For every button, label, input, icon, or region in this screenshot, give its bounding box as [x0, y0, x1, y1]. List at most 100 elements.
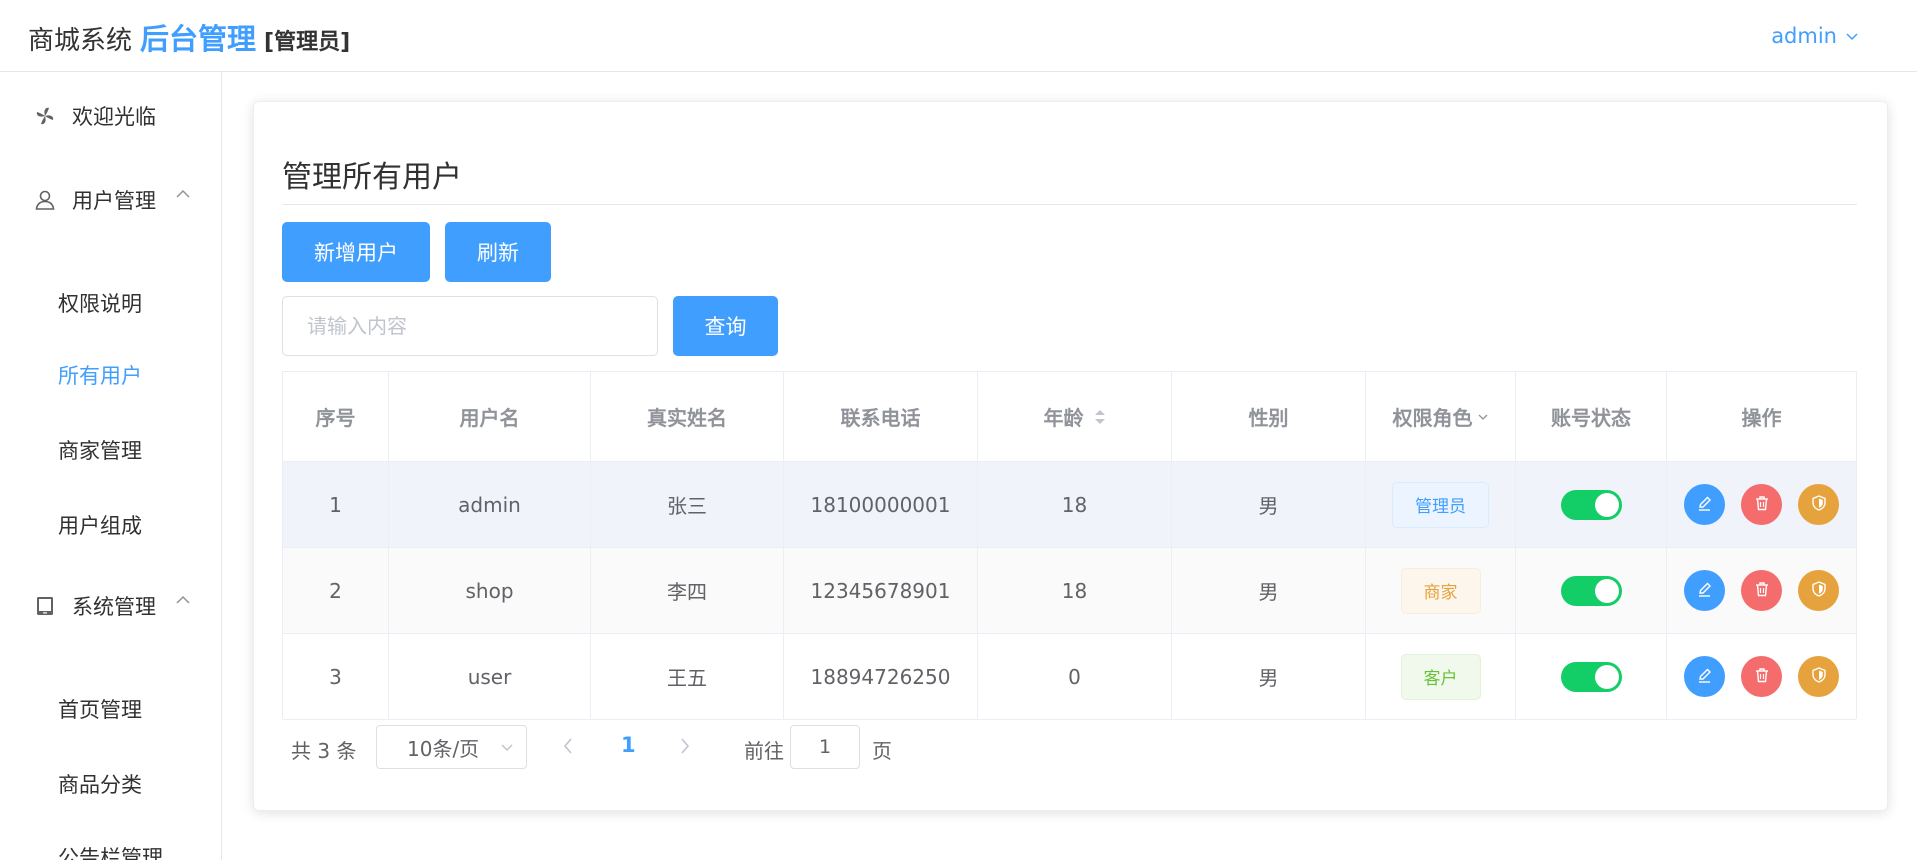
brand-prefix: 商城系统 — [28, 26, 133, 56]
cell-role: 客户 — [1366, 634, 1516, 720]
cell-phone: 18894726250 — [784, 634, 978, 720]
sidebar-item-permissions[interactable]: 权限说明 — [0, 275, 221, 331]
header-real-name: 真实姓名 — [591, 372, 784, 462]
user-name: admin — [1771, 24, 1837, 48]
cell-index: 1 — [283, 462, 389, 548]
sidebar-label-user-composition: 用户组成 — [58, 514, 142, 538]
table-row: 2 shop 李四 12345678901 18 男商家 — [283, 548, 1856, 634]
role-tag: 商家 — [1400, 567, 1481, 614]
permission-button[interactable] — [1798, 484, 1839, 525]
title-divider — [282, 204, 1857, 205]
switch-knob — [1594, 492, 1619, 517]
sidebar-item-all-users[interactable]: 所有用户 — [0, 347, 221, 403]
header-role[interactable]: 权限角色 — [1366, 372, 1516, 462]
page-number-current[interactable]: 1 — [621, 733, 636, 757]
delete-button[interactable] — [1741, 484, 1782, 525]
edit-icon — [1696, 579, 1714, 603]
shield-icon — [1810, 579, 1828, 603]
chevron-down-icon — [501, 744, 513, 752]
sidebar-label-system: 系统管理 — [72, 595, 156, 619]
users-table: 序号 用户名 真实姓名 联系电话 年龄 性别 权限角色 账号状态 操作 1 adm… — [282, 371, 1857, 720]
sidebar-label-home-management: 首页管理 — [58, 698, 142, 722]
page-size-select[interactable]: 10条/页 — [376, 725, 527, 769]
account-status-switch[interactable] — [1560, 661, 1622, 692]
cell-username: admin — [389, 462, 591, 548]
fan-icon — [36, 107, 54, 125]
cell-gender: 男 — [1172, 548, 1366, 634]
page-title: 管理所有用户 — [282, 160, 462, 195]
edit-button[interactable] — [1684, 484, 1725, 525]
trash-icon — [1753, 665, 1771, 689]
cell-username: user — [389, 634, 591, 720]
next-page-icon[interactable] — [679, 737, 691, 755]
cell-gender: 男 — [1172, 634, 1366, 720]
cell-role: 商家 — [1366, 548, 1516, 634]
pagination: 共 3 条 10条/页 1 前往 页 — [254, 722, 1889, 772]
user-icon — [35, 190, 55, 210]
switch-knob — [1594, 578, 1619, 603]
cell-phone: 18100000001 — [784, 462, 978, 548]
cell-actions — [1667, 634, 1856, 720]
top-header: 商城系统 后台管理 [管理员] admin — [0, 0, 1917, 72]
tablet-icon — [37, 597, 53, 615]
cell-index: 2 — [283, 548, 389, 634]
chevron-up-icon — [176, 595, 190, 604]
user-dropdown[interactable]: admin — [1771, 20, 1859, 52]
sidebar-item-user-composition[interactable]: 用户组成 — [0, 497, 221, 553]
sidebar-label-permissions: 权限说明 — [58, 292, 142, 316]
sidebar-label-all-users: 所有用户 — [58, 364, 142, 388]
add-user-button[interactable]: 新增用户 — [282, 222, 430, 282]
sidebar-group-users[interactable]: 用户管理 — [0, 170, 221, 230]
goto-page-input[interactable] — [790, 725, 860, 769]
edit-button[interactable] — [1684, 570, 1725, 611]
cell-age: 18 — [978, 548, 1172, 634]
cell-real-name: 李四 — [591, 548, 784, 634]
edit-button[interactable] — [1684, 656, 1725, 697]
sidebar-label-merchants: 商家管理 — [58, 439, 142, 463]
sidebar-item-home-management[interactable]: 首页管理 — [0, 681, 221, 737]
edit-icon — [1696, 493, 1714, 517]
account-status-switch[interactable] — [1560, 489, 1622, 520]
sort-icon[interactable] — [1094, 408, 1106, 426]
cell-age: 18 — [978, 462, 1172, 548]
delete-button[interactable] — [1741, 656, 1782, 697]
role-tag: 管理员 — [1392, 481, 1489, 528]
brand-main: 后台管理 — [140, 22, 257, 56]
goto-label: 前往 — [744, 739, 784, 763]
filter-chevron-icon[interactable] — [1477, 412, 1489, 422]
cell-status — [1516, 548, 1667, 634]
header-age[interactable]: 年龄 — [978, 372, 1172, 462]
header-index: 序号 — [283, 372, 389, 462]
cell-actions — [1667, 462, 1856, 548]
permission-button[interactable] — [1798, 656, 1839, 697]
page-size-value: 10条/页 — [407, 736, 480, 761]
chevron-up-icon — [176, 189, 190, 198]
header-username: 用户名 — [389, 372, 591, 462]
permission-button[interactable] — [1798, 570, 1839, 611]
table-row: 3 user 王五 18894726250 0 男客户 — [283, 634, 1856, 720]
prev-page-icon[interactable] — [562, 737, 574, 755]
header-phone: 联系电话 — [784, 372, 978, 462]
delete-button[interactable] — [1741, 570, 1782, 611]
cell-phone: 12345678901 — [784, 548, 978, 634]
sidebar-group-system[interactable]: 系统管理 — [0, 576, 221, 636]
account-status-switch[interactable] — [1560, 575, 1622, 606]
sidebar-item-announcements[interactable]: 公告栏管理 — [0, 829, 221, 860]
cell-status — [1516, 634, 1667, 720]
search-button[interactable]: 查询 — [673, 296, 778, 356]
sidebar-item-welcome[interactable]: 欢迎光临 — [0, 86, 221, 146]
cell-index: 3 — [283, 634, 389, 720]
header-status: 账号状态 — [1516, 372, 1667, 462]
sidebar-item-categories[interactable]: 商品分类 — [0, 756, 221, 812]
trash-icon — [1753, 493, 1771, 517]
sidebar: 欢迎光临 用户管理 权限说明 所有用户 商家管理 用户组成 系统管理 首页管理 … — [0, 72, 222, 860]
sidebar-label-users: 用户管理 — [72, 189, 156, 213]
cell-status — [1516, 462, 1667, 548]
header-actions: 操作 — [1667, 372, 1856, 462]
sidebar-label-welcome: 欢迎光临 — [72, 105, 156, 129]
chevron-down-icon — [1846, 33, 1858, 41]
table-header-row: 序号 用户名 真实姓名 联系电话 年龄 性别 权限角色 账号状态 操作 — [283, 372, 1856, 462]
refresh-button[interactable]: 刷新 — [445, 222, 551, 282]
sidebar-item-merchants[interactable]: 商家管理 — [0, 422, 221, 478]
search-input[interactable] — [282, 296, 658, 356]
